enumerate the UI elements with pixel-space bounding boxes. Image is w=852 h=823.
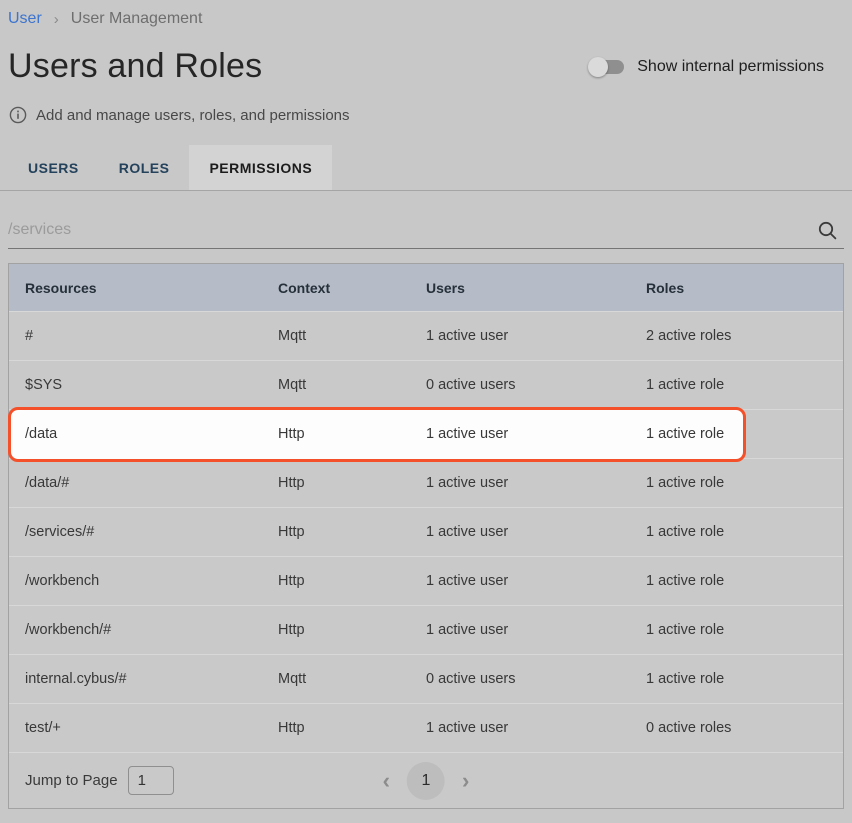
tab-bar: USERS ROLES PERMISSIONS: [0, 145, 852, 191]
table-row[interactable]: /workbench/# Http 1 active user 1 active…: [9, 605, 843, 654]
cell-resource: test/+: [25, 720, 278, 736]
page-button-1[interactable]: 1: [407, 762, 445, 800]
page-description: Add and manage users, roles, and permiss…: [36, 107, 350, 124]
cell-resource: /workbench: [25, 573, 278, 589]
internal-permissions-toggle-group: Show internal permissions: [588, 57, 824, 77]
column-header-users: Users: [426, 280, 646, 296]
cell-users: 1 active user: [426, 720, 646, 736]
cell-resource: /workbench/#: [25, 622, 278, 638]
toggle-label: Show internal permissions: [637, 58, 824, 76]
cell-context: Http: [278, 524, 426, 540]
cell-context: Http: [278, 475, 426, 491]
table-row[interactable]: $SYS Mqtt 0 active users 1 active role: [9, 360, 843, 409]
cell-users: 1 active user: [426, 622, 646, 638]
table-footer: Jump to Page ‹ 1 ›: [9, 752, 843, 808]
cell-users: 1 active user: [426, 573, 646, 589]
cell-roles: 1 active role: [646, 671, 843, 687]
table-header-row: Resources Context Users Roles: [9, 264, 843, 311]
table-row[interactable]: test/+ Http 1 active user 0 active roles: [9, 703, 843, 752]
cell-resource: $SYS: [25, 377, 278, 393]
info-icon: [9, 106, 27, 124]
tab-users[interactable]: USERS: [8, 145, 99, 190]
cell-context: Http: [278, 720, 426, 736]
cell-context: Http: [278, 426, 426, 442]
cell-resource: /data/#: [25, 475, 278, 491]
table-row[interactable]: /services/# Http 1 active user 1 active …: [9, 507, 843, 556]
cell-context: Mqtt: [278, 377, 426, 393]
cell-users: 1 active user: [426, 475, 646, 491]
cell-resource: internal.cybus/#: [25, 671, 278, 687]
cell-users: 0 active users: [426, 671, 646, 687]
next-page-icon[interactable]: ›: [460, 770, 471, 792]
page-title: Users and Roles: [8, 47, 262, 86]
cell-context: Http: [278, 573, 426, 589]
cell-roles: 1 active role: [646, 573, 843, 589]
breadcrumb: User › User Management: [8, 10, 202, 28]
table-row[interactable]: # Mqtt 1 active user 2 active roles: [9, 311, 843, 360]
previous-page-icon[interactable]: ‹: [381, 770, 392, 792]
pagination: ‹ 1 ›: [381, 762, 472, 800]
search-icon[interactable]: [817, 220, 844, 248]
cell-users: 0 active users: [426, 377, 646, 393]
cell-resource: /data: [25, 426, 278, 442]
cell-users: 1 active user: [426, 524, 646, 540]
cell-users: 1 active user: [426, 426, 646, 442]
permissions-table: Resources Context Users Roles # Mqtt 1 a…: [8, 263, 844, 809]
cell-roles: 1 active role: [646, 475, 843, 491]
page-description-row: Add and manage users, roles, and permiss…: [9, 106, 350, 124]
cell-context: Http: [278, 622, 426, 638]
tab-permissions[interactable]: PERMISSIONS: [189, 145, 332, 190]
table-row[interactable]: internal.cybus/# Mqtt 0 active users 1 a…: [9, 654, 843, 703]
cell-roles: 2 active roles: [646, 328, 843, 344]
column-header-context: Context: [278, 280, 426, 296]
cell-resource: /services/#: [25, 524, 278, 540]
cell-context: Mqtt: [278, 328, 426, 344]
search-bar: [8, 205, 844, 249]
breadcrumb-current: User Management: [71, 10, 203, 28]
breadcrumb-separator-icon: ›: [54, 12, 59, 27]
jump-to-page-label: Jump to Page: [25, 772, 118, 789]
cell-users: 1 active user: [426, 328, 646, 344]
table-row[interactable]: /data/# Http 1 active user 1 active role: [9, 458, 843, 507]
switch-thumb: [588, 57, 608, 77]
search-input[interactable]: [8, 221, 817, 248]
table-row[interactable]: /workbench Http 1 active user 1 active r…: [9, 556, 843, 605]
cell-roles: 0 active roles: [646, 720, 843, 736]
cell-roles: 1 active role: [646, 426, 843, 442]
cell-roles: 1 active role: [646, 622, 843, 638]
cell-resource: #: [25, 328, 278, 344]
jump-to-page-input[interactable]: [128, 766, 174, 795]
cell-roles: 1 active role: [646, 524, 843, 540]
column-header-roles: Roles: [646, 280, 843, 296]
breadcrumb-link-user[interactable]: User: [8, 10, 42, 28]
cell-roles: 1 active role: [646, 377, 843, 393]
column-header-resources: Resources: [25, 280, 278, 296]
show-internal-permissions-switch[interactable]: [588, 57, 624, 77]
tab-roles[interactable]: ROLES: [99, 145, 190, 190]
table-row-highlighted[interactable]: /data Http 1 active user 1 active role: [9, 409, 843, 458]
cell-context: Mqtt: [278, 671, 426, 687]
